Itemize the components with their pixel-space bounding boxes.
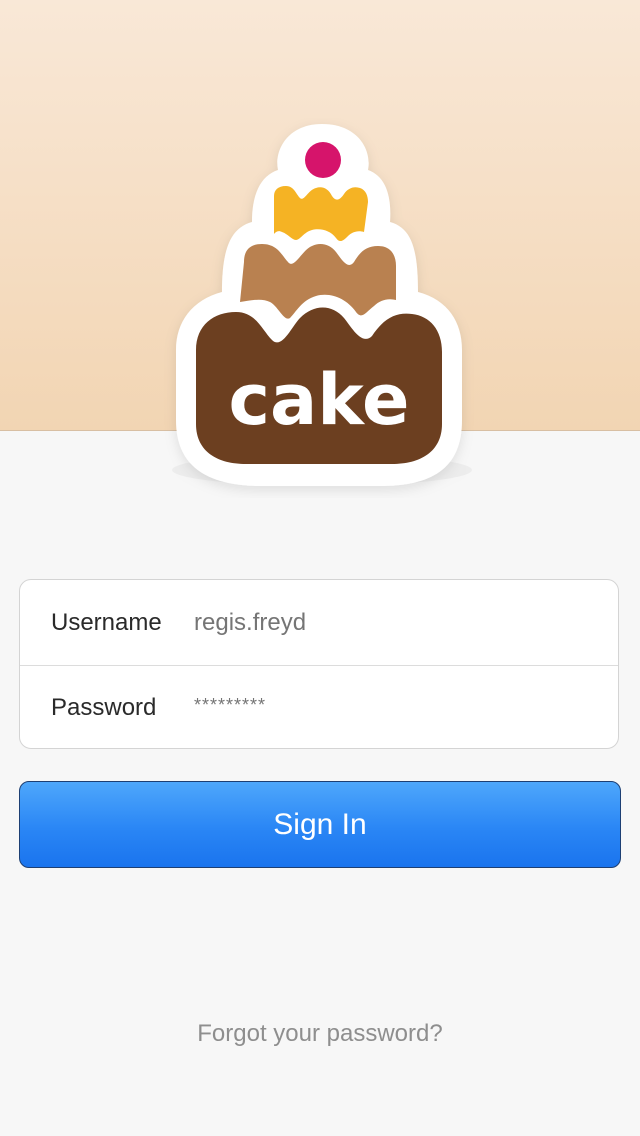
cake-logo: cake (172, 124, 472, 486)
login-form: Username Password (19, 579, 619, 749)
username-row: Username (20, 580, 618, 666)
sign-in-button[interactable]: Sign In (19, 781, 621, 868)
cherry (305, 142, 341, 178)
forgot-password-link[interactable]: Forgot your password? (0, 1020, 640, 1048)
password-row: Password (20, 665, 618, 750)
username-label: Username (51, 608, 162, 636)
username-input[interactable] (194, 608, 594, 637)
logo-wordmark: cake (229, 359, 410, 441)
sign-in-label: Sign In (273, 807, 367, 841)
password-label: Password (51, 693, 157, 721)
password-input[interactable] (194, 695, 594, 716)
